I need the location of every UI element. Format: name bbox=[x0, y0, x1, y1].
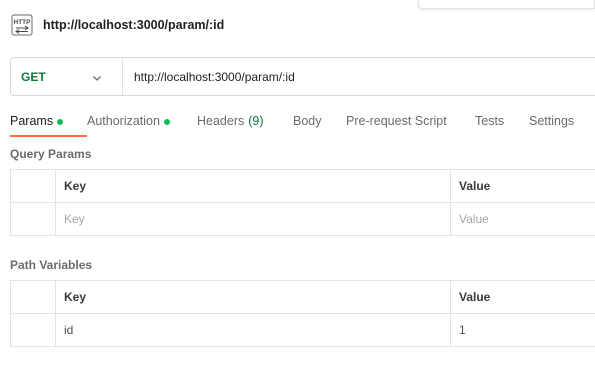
request-title-bar: HTTP http://localhost:3000/param/:id bbox=[10, 13, 224, 37]
request-title[interactable]: http://localhost:3000/param/:id bbox=[43, 18, 224, 32]
table-header-row: Key Value bbox=[11, 170, 595, 203]
tab-label: Headers bbox=[197, 114, 245, 128]
table-header-row: Key Value bbox=[11, 281, 595, 314]
table-cell bbox=[11, 314, 56, 347]
table-row: Key Value bbox=[11, 203, 595, 236]
request-tabs: Params Authorization Headers (9) Body Pr… bbox=[10, 111, 589, 137]
table-cell bbox=[11, 281, 56, 314]
tab-count: (9) bbox=[248, 114, 264, 128]
tab-label: Settings bbox=[529, 114, 575, 128]
status-dot bbox=[163, 119, 170, 125]
floating-panel-edge bbox=[418, 0, 595, 9]
key-input[interactable]: id bbox=[56, 314, 451, 347]
table-cell bbox=[11, 170, 56, 203]
url-bar: GET bbox=[10, 57, 595, 96]
query-params-table: Key Value Key Value bbox=[10, 169, 595, 236]
url-input[interactable] bbox=[123, 58, 595, 95]
tab-label: Authorization bbox=[87, 114, 160, 128]
method-selector[interactable]: GET bbox=[11, 58, 123, 95]
tab-body[interactable]: Body bbox=[293, 111, 346, 137]
chevron-down-icon bbox=[91, 71, 103, 83]
value-input[interactable]: Value bbox=[451, 203, 595, 236]
svg-text:HTTP: HTTP bbox=[14, 19, 32, 26]
value-header: Value bbox=[451, 281, 595, 314]
tab-headers[interactable]: Headers (9) bbox=[197, 111, 293, 137]
tab-tests[interactable]: Tests bbox=[475, 111, 529, 137]
value-header: Value bbox=[451, 170, 595, 203]
tab-label: Params bbox=[10, 114, 54, 128]
tab-label: Pre-request Script bbox=[346, 114, 447, 128]
method-label: GET bbox=[21, 69, 46, 84]
table-cell bbox=[11, 203, 56, 236]
tab-pre-request-script[interactable]: Pre-request Script bbox=[346, 111, 475, 137]
query-params-heading: Query Params bbox=[10, 147, 92, 161]
table-row: id 1 bbox=[11, 314, 595, 347]
status-dot bbox=[57, 119, 64, 125]
tab-settings[interactable]: Settings bbox=[529, 111, 589, 137]
key-header: Key bbox=[56, 170, 451, 203]
http-icon: HTTP bbox=[10, 13, 34, 37]
tab-params[interactable]: Params bbox=[10, 111, 87, 137]
path-variables-table: Key Value id 1 bbox=[10, 280, 595, 347]
path-variables-heading: Path Variables bbox=[10, 258, 93, 272]
value-input[interactable]: 1 bbox=[451, 314, 595, 347]
key-input[interactable]: Key bbox=[56, 203, 451, 236]
tab-label: Tests bbox=[475, 114, 505, 128]
tab-label: Body bbox=[293, 114, 322, 128]
key-header: Key bbox=[56, 281, 451, 314]
tab-authorization[interactable]: Authorization bbox=[87, 111, 197, 137]
